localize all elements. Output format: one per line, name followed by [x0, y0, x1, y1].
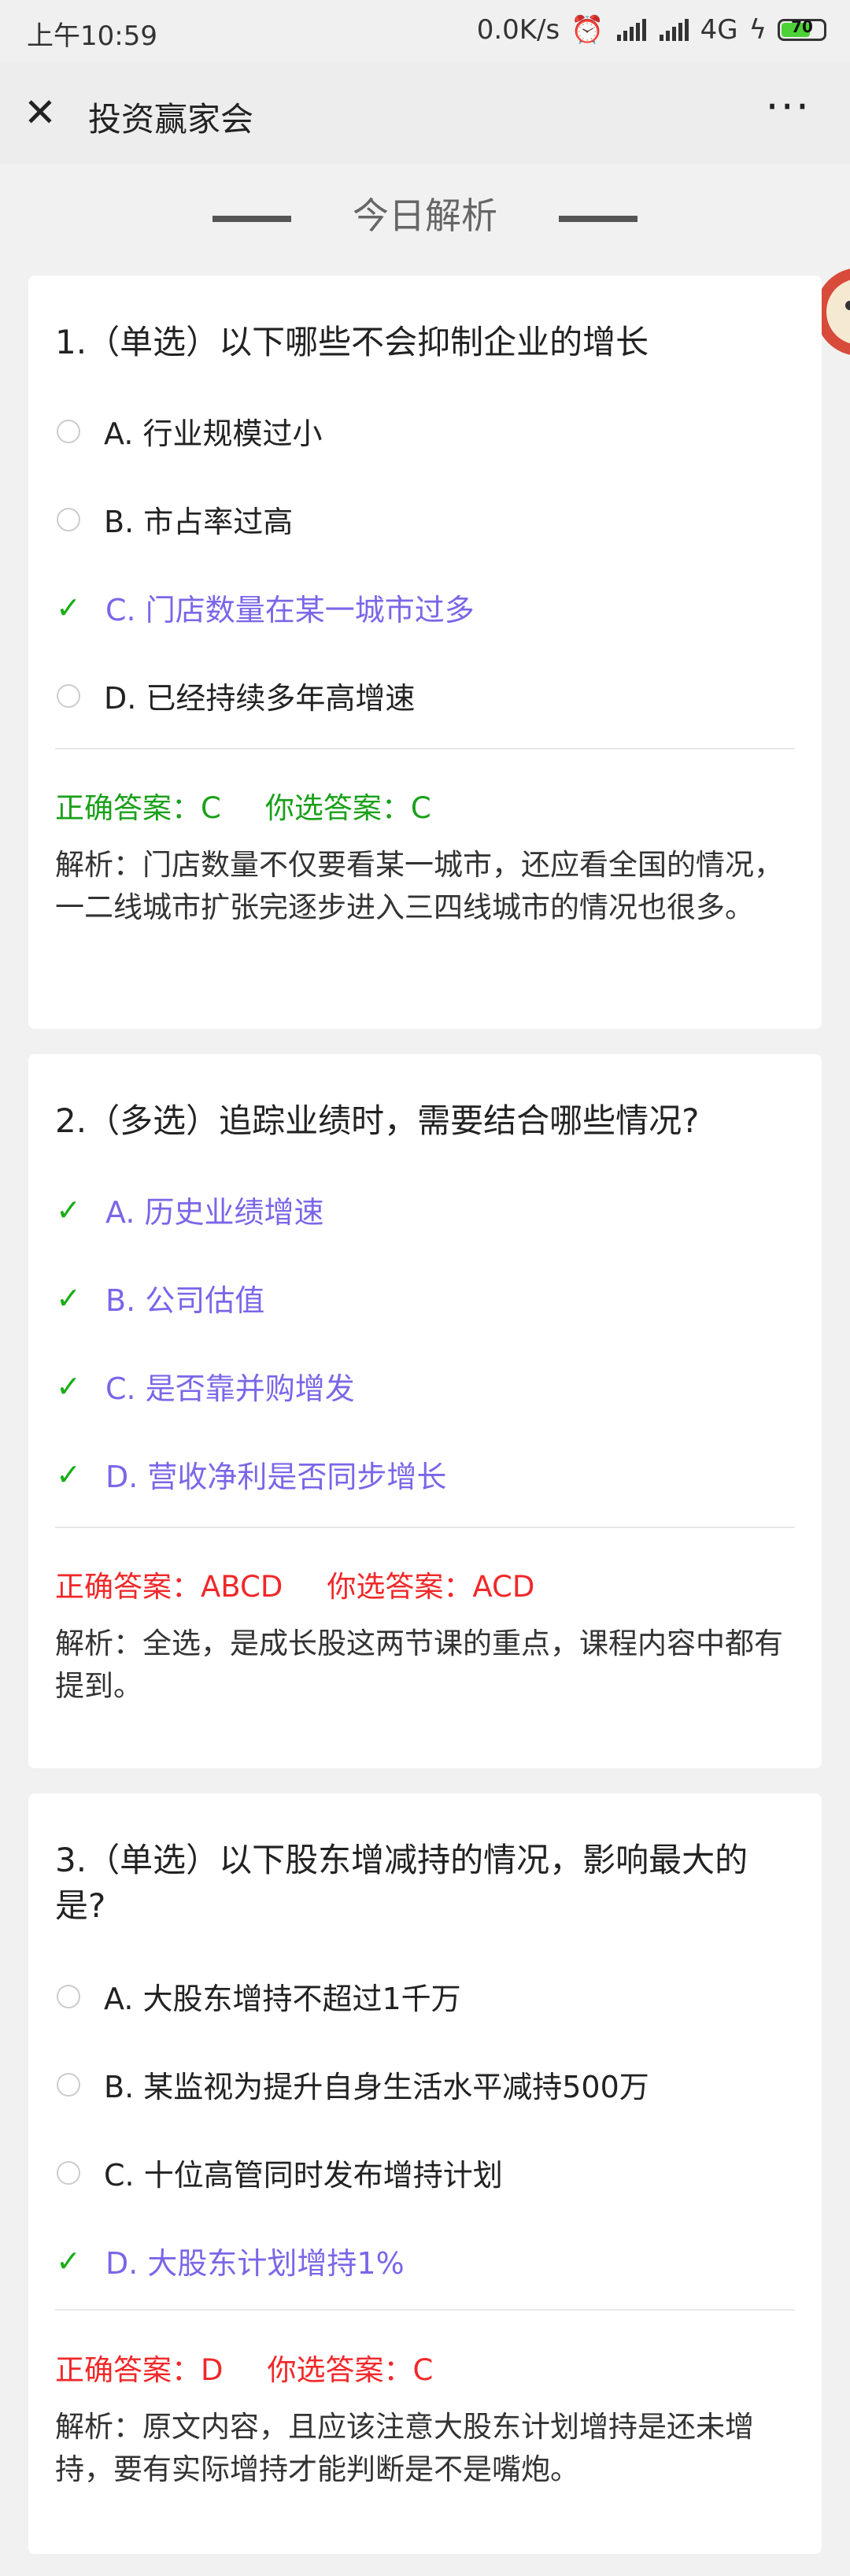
checkmark-icon: ✓	[56, 1368, 81, 1404]
status-time: 上午10:59	[27, 20, 157, 52]
radio-icon[interactable]	[57, 683, 80, 708]
option-label: D. 大股东计划增持1%	[105, 2246, 405, 2281]
battery-icon: 70	[778, 17, 826, 41]
your-answer: 你选答案：ACD	[327, 1570, 535, 1604]
divider	[55, 748, 795, 749]
option-a[interactable]: A. 大股东增持不超过1千万	[55, 1975, 461, 2018]
option-label: A. 行业规模过小	[104, 416, 323, 451]
divider	[55, 1527, 795, 1528]
page-title: 投资赢家会	[88, 100, 254, 139]
question-title: 1.（单选）以下哪些不会抑制企业的增长	[55, 323, 649, 361]
option-c[interactable]: ✓ C. 门店数量在某一城市过多	[55, 586, 475, 629]
option-d[interactable]: D. 已经持续多年高增速	[55, 674, 415, 717]
question-title: 3.（单选）以下股东增减持的情况，影响最大的是?	[55, 1841, 748, 1925]
answer-row: 正确答案：ABCD 你选答案：ACD	[55, 1563, 534, 1605]
title-bar: ✕ 投资赢家会 ···	[0, 61, 850, 164]
option-label: B. 市占率过高	[104, 505, 294, 539]
explanation: 解析：门店数量不仅要看某一城市，还应看全国的情况，一二线城市扩张完逐步进入三四线…	[55, 848, 783, 924]
your-answer: 你选答案：C	[264, 791, 431, 825]
option-b[interactable]: B. 市占率过高	[55, 498, 293, 541]
battery-level: 70	[791, 17, 813, 36]
answer-row: 正确答案：C 你选答案：C	[55, 784, 431, 827]
your-answer: 你选答案：C	[267, 2353, 434, 2387]
option-c[interactable]: C. 十位高管同时发布增持计划	[55, 2151, 503, 2194]
explanation: 解析：全选，是成长股这两节课的重点，课程内容中都有提到。	[55, 1627, 783, 1703]
option-label: D. 已经持续多年高增速	[104, 681, 416, 716]
option-label: D. 营收净利是否同步增长	[105, 1460, 447, 1494]
option-label: C. 是否靠并购增发	[105, 1371, 355, 1406]
checkmark-icon: ✓	[56, 1456, 81, 1492]
signal-icon-2	[659, 19, 689, 41]
status-icons: 0.0K/s ⏰ 4G ϟ 70	[477, 14, 826, 46]
correct-answer: 正确答案：ABCD	[55, 1570, 283, 1604]
signal-icon	[616, 19, 646, 41]
option-c[interactable]: ✓ C. 是否靠并购增发	[55, 1364, 355, 1408]
more-menu-button[interactable]: ···	[766, 82, 811, 131]
question-card-3: 3.（单选）以下股东增减持的情况，影响最大的是? A. 大股东增持不超过1千万 …	[28, 1793, 822, 2554]
status-bar: 上午10:59 0.0K/s ⏰ 4G ϟ 70	[0, 0, 850, 61]
network-type: 4G	[700, 14, 738, 46]
radio-icon[interactable]	[57, 2072, 80, 2097]
radio-icon[interactable]	[57, 419, 80, 443]
charging-icon: ϟ	[748, 14, 767, 46]
option-d[interactable]: ✓ D. 大股东计划增持1%	[55, 2239, 405, 2282]
checkmark-icon: ✓	[56, 2243, 81, 2278]
checkmark-icon: ✓	[56, 1192, 81, 1227]
checkmark-icon: ✓	[56, 1280, 81, 1316]
option-label: C. 门店数量在某一城市过多	[105, 593, 475, 627]
answer-row: 正确答案：D 你选答案：C	[55, 2346, 433, 2389]
network-speed: 0.0K/s	[476, 14, 560, 46]
alarm-icon: ⏰	[571, 14, 604, 46]
option-label: B. 某监视为提升自身生活水平减持500万	[104, 2070, 649, 2104]
close-button[interactable]: ✕	[24, 93, 57, 132]
option-b[interactable]: B. 某监视为提升自身生活水平减持500万	[55, 2063, 649, 2106]
option-a[interactable]: ✓ A. 历史业绩增速	[55, 1188, 324, 1231]
explanation: 解析：原文内容，且应该注意大股东计划增持是还未增持，要有实际增持才能判断是不是嘴…	[55, 2410, 754, 2486]
question-card-2: 2.（多选）追踪业绩时，需要结合哪些情况? ✓ A. 历史业绩增速 ✓ B. 公司估…	[28, 1054, 822, 1768]
option-label: B. 公司估值	[105, 1283, 265, 1318]
heading-dash-right	[559, 215, 638, 222]
question-card-1: 1.（单选）以下哪些不会抑制企业的增长 A. 行业规模过小 B. 市占率过高 ✓…	[28, 276, 822, 1029]
correct-answer: 正确答案：C	[55, 791, 221, 825]
option-label: C. 十位高管同时发布增持计划	[104, 2158, 503, 2193]
checkmark-icon: ✓	[56, 590, 81, 625]
section-title: 今日解析	[353, 194, 497, 237]
question-title: 2.（多选）追踪业绩时，需要结合哪些情况?	[55, 1101, 700, 1140]
radio-icon[interactable]	[57, 2160, 80, 2185]
divider	[55, 2309, 795, 2311]
option-a[interactable]: A. 行业规模过小	[55, 409, 323, 453]
heading-dash-left	[213, 215, 291, 222]
radio-icon[interactable]	[57, 1984, 80, 2008]
section-heading: 今日解析	[0, 187, 850, 239]
option-b[interactable]: ✓ B. 公司估值	[55, 1276, 264, 1319]
option-label: A. 大股东增持不超过1千万	[104, 1982, 461, 2016]
option-d[interactable]: ✓ D. 营收净利是否同步增长	[55, 1453, 446, 1496]
radio-icon[interactable]	[57, 507, 80, 531]
option-label: A. 历史业绩增速	[105, 1195, 324, 1230]
correct-answer: 正确答案：D	[55, 2353, 224, 2387]
